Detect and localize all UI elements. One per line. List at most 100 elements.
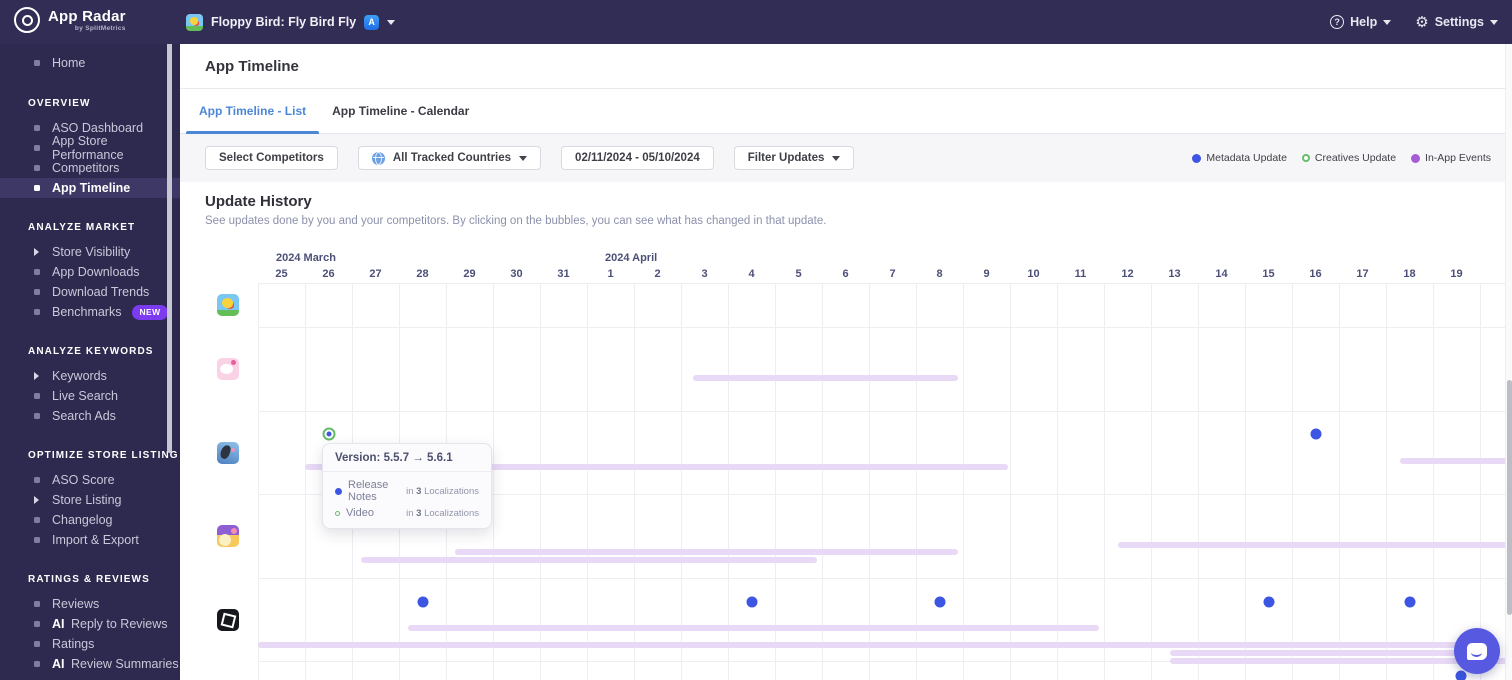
in-app-event-bar[interactable] bbox=[361, 557, 818, 563]
main-scrollbar[interactable] bbox=[1505, 44, 1512, 680]
sidebar-item-import-and-export[interactable]: Import & Export bbox=[0, 530, 180, 550]
tab-app-timeline-calendar[interactable]: App Timeline - Calendar bbox=[319, 89, 482, 133]
gridline-vertical bbox=[681, 283, 682, 680]
penguin-game-app-icon bbox=[217, 441, 239, 464]
metadata-update-bubble[interactable] bbox=[1404, 596, 1415, 608]
gridline-vertical bbox=[1386, 283, 1387, 680]
sidebar-item-label: Keywords bbox=[52, 369, 107, 383]
gridline-vertical bbox=[916, 283, 917, 680]
bullet-icon bbox=[34, 661, 41, 667]
sidebar-item-label: Live Search bbox=[52, 389, 119, 403]
legend-label: In-App Events bbox=[1425, 152, 1491, 164]
gridline-vertical bbox=[1339, 283, 1340, 680]
chevron-down-icon bbox=[1383, 19, 1392, 25]
gridline-vertical bbox=[1151, 283, 1152, 680]
sidebar-item-aso-score[interactable]: ASO Score bbox=[0, 470, 180, 490]
in-app-event-bar[interactable] bbox=[1118, 542, 1505, 548]
sidebar-item-app-downloads[interactable]: App Downloads bbox=[0, 262, 180, 282]
sidebar-item-changelog[interactable]: Changelog bbox=[0, 510, 180, 530]
in-app-event-bar[interactable] bbox=[258, 642, 1462, 648]
filter-updates-label: Filter Updates bbox=[747, 152, 825, 164]
sidebar-item-ai-review-summaries[interactable]: AI Review Summaries bbox=[0, 654, 180, 674]
sidebar-item-label: Changelog bbox=[52, 513, 113, 527]
sidebar-item-label: ASO Score bbox=[52, 473, 115, 487]
chevron-right-icon bbox=[34, 248, 41, 256]
in-app-event-bar[interactable] bbox=[408, 625, 1100, 631]
sidebar-item-benchmarks[interactable]: Benchmarks NEW bbox=[0, 302, 180, 322]
metadata-update-bubble[interactable] bbox=[1455, 670, 1467, 680]
countries-dropdown[interactable]: All Tracked Countries bbox=[357, 146, 542, 170]
in-app-event-bar[interactable] bbox=[692, 375, 959, 381]
gridline-vertical bbox=[728, 283, 729, 680]
day-label: 11 bbox=[1074, 268, 1087, 280]
sidebar-item-ai-reply-to-reviews[interactable]: AI Reply to Reviews bbox=[0, 614, 180, 634]
gridline-vertical bbox=[1104, 283, 1105, 680]
sidebar-item-competitors[interactable]: Competitors bbox=[0, 158, 180, 178]
bullet-icon bbox=[34, 641, 41, 647]
bullet-icon bbox=[34, 185, 41, 191]
app-radar-logo-link[interactable]: App Radar by SplitMetrics bbox=[14, 7, 126, 33]
legend-label: Metadata Update bbox=[1206, 152, 1287, 164]
brand-byline: by SplitMetrics bbox=[74, 25, 126, 32]
tooltip-row-label: Release Notes bbox=[348, 479, 389, 503]
sidebar-item-keywords[interactable]: Keywords bbox=[0, 366, 180, 386]
sidebar-item-label: AI Review Summaries bbox=[52, 657, 179, 671]
sidebar-item-store-listing[interactable]: Store Listing bbox=[0, 490, 180, 510]
day-label: 30 bbox=[510, 268, 523, 280]
day-label: 29 bbox=[463, 268, 476, 280]
timeline-legend: Metadata Update Creatives Update In-App Ev… bbox=[1192, 152, 1491, 164]
sidebar-section-analyze-market: ANALYZE MARKET bbox=[28, 222, 136, 233]
gridline-vertical bbox=[1198, 283, 1199, 680]
day-label: 1 bbox=[607, 268, 614, 280]
help-label: Help bbox=[1350, 15, 1378, 29]
sidebar-item-label: Store Visibility bbox=[52, 245, 131, 259]
intercom-chat-button[interactable] bbox=[1454, 628, 1500, 674]
bullet-icon bbox=[34, 309, 41, 315]
help-menu[interactable]: ? Help bbox=[1330, 15, 1392, 29]
select-competitors-button[interactable]: Select Competitors bbox=[205, 146, 338, 170]
sidebar-item-ratings[interactable]: Ratings bbox=[0, 634, 180, 654]
creatives-ring-icon bbox=[335, 510, 340, 516]
month-label: 2024 April bbox=[605, 252, 658, 264]
day-label: 15 bbox=[1262, 268, 1275, 280]
in-app-event-bar[interactable] bbox=[1400, 458, 1505, 464]
metadata-update-bubble[interactable] bbox=[1310, 428, 1321, 440]
chevron-right-icon bbox=[34, 372, 41, 380]
in-app-event-bar[interactable] bbox=[1169, 650, 1499, 656]
sidebar-item-app-timeline[interactable]: App Timeline bbox=[0, 178, 180, 198]
update-bubble-selected[interactable] bbox=[322, 427, 335, 441]
top-bar: App Radar by SplitMetrics Floppy Bird: F… bbox=[0, 0, 1512, 44]
gridline-vertical bbox=[1480, 283, 1481, 680]
in-app-event-bar[interactable] bbox=[455, 549, 959, 555]
tab-app-timeline-list[interactable]: App Timeline - List bbox=[186, 89, 320, 134]
legend-metadata-update: Metadata Update bbox=[1192, 152, 1287, 164]
date-range-input[interactable]: 02/11/2024 - 05/10/2024 bbox=[561, 146, 714, 170]
panel-subtitle: See updates done by you and your competi… bbox=[205, 215, 827, 227]
metadata-update-bubble[interactable] bbox=[1263, 596, 1274, 608]
sidebar-item-reviews[interactable]: Reviews bbox=[0, 594, 180, 614]
hello-kitty-app-icon bbox=[217, 358, 239, 380]
sidebar-item-store-visibility[interactable]: Store Visibility bbox=[0, 242, 180, 262]
sidebar-item-home[interactable]: Home bbox=[0, 52, 180, 74]
app-selector-dropdown[interactable]: Floppy Bird: Fly Bird Fly A bbox=[186, 9, 396, 35]
metadata-update-bubble[interactable] bbox=[746, 596, 757, 608]
sidebar-item-label: Competitors bbox=[52, 161, 120, 175]
panel-title: Update History bbox=[205, 193, 312, 210]
sidebar-item-live-search[interactable]: Live Search bbox=[0, 386, 180, 406]
sidebar-item-app-store-performance[interactable]: App Store Performance bbox=[0, 134, 180, 162]
chat-icon bbox=[1467, 642, 1487, 660]
main-scrollbar-thumb[interactable] bbox=[1507, 380, 1512, 615]
sidebar-item-label: Store Listing bbox=[52, 493, 122, 507]
metadata-update-bubble[interactable] bbox=[934, 596, 945, 608]
chevron-down-icon bbox=[387, 19, 396, 25]
day-label: 2 bbox=[654, 268, 661, 280]
sidebar-item-download-trends[interactable]: Download Trends bbox=[0, 282, 180, 302]
page-title: App Timeline bbox=[205, 57, 299, 75]
metadata-update-bubble[interactable] bbox=[417, 596, 428, 608]
month-label: 2024 March bbox=[276, 252, 336, 264]
chevron-right-icon bbox=[34, 496, 41, 504]
settings-menu[interactable]: ⚙ Settings bbox=[1415, 14, 1498, 30]
sidebar-scrollbar-thumb[interactable] bbox=[167, 4, 172, 453]
sidebar-item-search-ads[interactable]: Search Ads bbox=[0, 406, 180, 426]
filter-updates-dropdown[interactable]: Filter Updates bbox=[733, 146, 855, 170]
